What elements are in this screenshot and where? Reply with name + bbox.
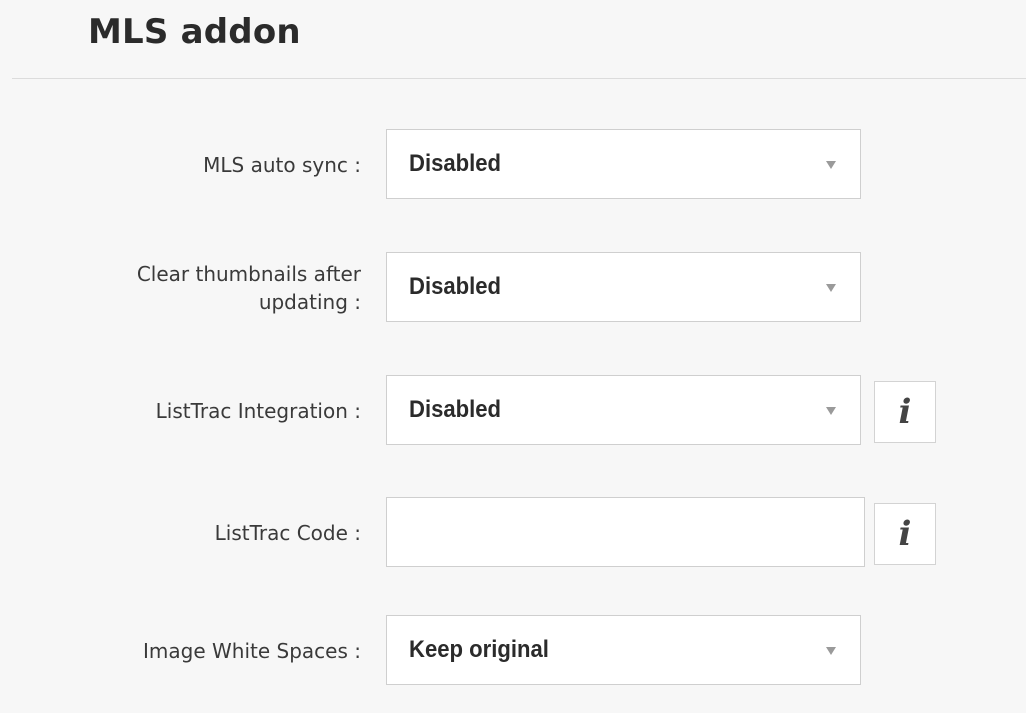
info-icon: i xyxy=(898,392,912,432)
row-mls-auto-sync: MLS auto sync : Disabled xyxy=(0,129,1026,201)
listtrac-integration-info-button[interactable]: i xyxy=(874,381,936,443)
mls-auto-sync-select[interactable]: Disabled xyxy=(386,129,861,199)
listtrac-code-info-button[interactable]: i xyxy=(874,503,936,565)
row-clear-thumbnails: Clear thumbnails after updating : Disabl… xyxy=(0,252,1026,324)
mls-addon-panel: MLS addon MLS auto sync : Disabled Clear… xyxy=(0,0,1026,713)
row-listtrac-code: ListTrac Code : i xyxy=(0,497,1026,569)
image-white-spaces-label: Image White Spaces : xyxy=(143,639,361,663)
row-image-white-spaces: Image White Spaces : Keep original xyxy=(0,615,1026,687)
chevron-down-icon xyxy=(826,407,836,415)
listtrac-code-input[interactable] xyxy=(386,497,865,567)
listtrac-integration-label: ListTrac Integration : xyxy=(155,399,361,423)
clear-thumbnails-label: Clear thumbnails after updating : xyxy=(136,262,361,314)
listtrac-integration-value: Disabled xyxy=(409,396,502,423)
mls-auto-sync-value: Disabled xyxy=(409,150,502,177)
image-white-spaces-value: Keep original xyxy=(409,636,549,663)
row-listtrac-integration: ListTrac Integration : Disabled i xyxy=(0,375,1026,447)
clear-thumbnails-select[interactable]: Disabled xyxy=(386,252,861,322)
listtrac-integration-select[interactable]: Disabled xyxy=(386,375,861,445)
chevron-down-icon xyxy=(826,284,836,292)
chevron-down-icon xyxy=(826,161,836,169)
image-white-spaces-select[interactable]: Keep original xyxy=(386,615,861,685)
page-title: MLS addon xyxy=(88,12,301,52)
header-divider xyxy=(12,78,1026,79)
chevron-down-icon xyxy=(826,647,836,655)
listtrac-code-label: ListTrac Code : xyxy=(214,521,361,545)
clear-thumbnails-value: Disabled xyxy=(409,273,502,300)
mls-auto-sync-label: MLS auto sync : xyxy=(203,153,361,177)
info-icon: i xyxy=(898,514,912,554)
